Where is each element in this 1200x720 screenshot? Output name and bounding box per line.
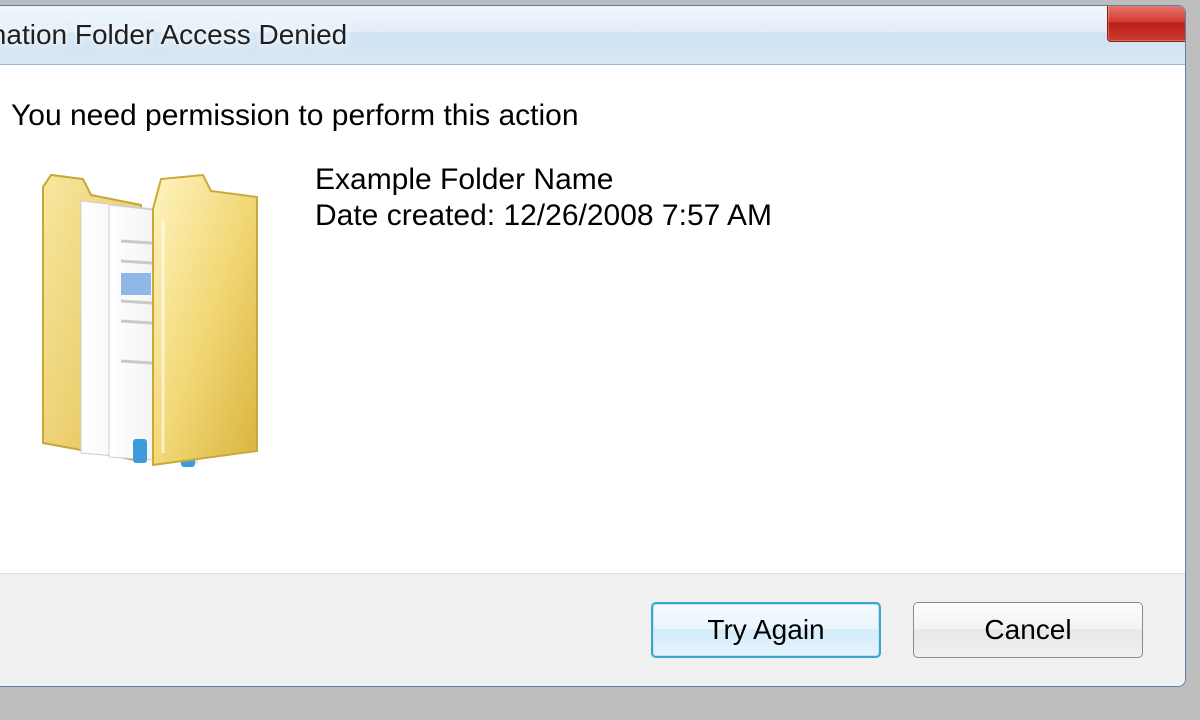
- folder-meta: Example Folder Name Date created: 12/26/…: [315, 161, 772, 233]
- try-again-button[interactable]: Try Again: [651, 602, 881, 658]
- titlebar: Destination Folder Access Denied: [0, 6, 1185, 65]
- warning-icon: [0, 95, 9, 160]
- folder-name: Example Folder Name: [315, 163, 772, 197]
- permission-message: You need permission to perform this acti…: [11, 99, 1145, 133]
- dialog-body: You need permission to perform this acti…: [0, 65, 1185, 607]
- cancel-button[interactable]: Cancel: [913, 602, 1143, 658]
- window-title: Destination Folder Access Denied: [0, 19, 347, 51]
- close-button[interactable]: [1107, 5, 1186, 42]
- folder-date-created: Date created: 12/26/2008 7:57 AM: [315, 199, 772, 233]
- folder-icon: [21, 161, 281, 471]
- dialog-window: Destination Folder Access Denied: [0, 5, 1186, 687]
- dialog-footer: Try Again Cancel: [0, 573, 1185, 686]
